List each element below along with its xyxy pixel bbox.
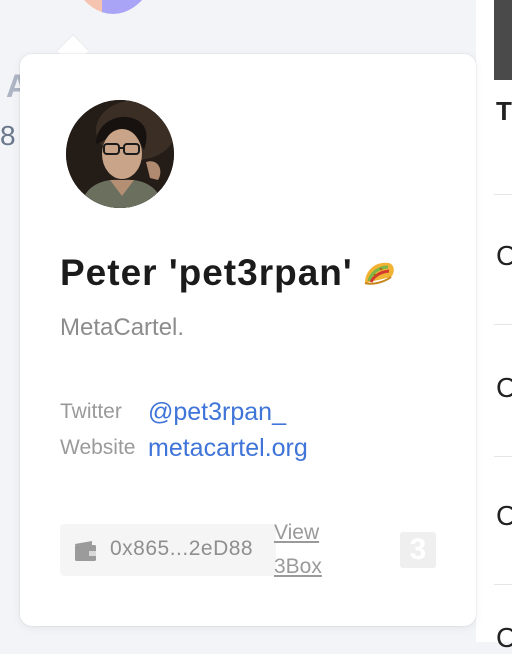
background-panel [476, 0, 496, 642]
profile-hover-card: Peter 'pet3rpan' MetaCartel. Twitter @pe… [20, 54, 476, 626]
view-3box-link[interactable]: View 3Box [274, 516, 354, 584]
profile-name: Peter 'pet3rpan' [60, 252, 353, 293]
wallet-icon [75, 541, 96, 561]
background-table-body [494, 80, 512, 642]
background-table-cell: C [496, 622, 512, 653]
profile-photo [66, 100, 174, 208]
profile-name-row: Peter 'pet3rpan' [60, 252, 397, 294]
profile-description: MetaCartel. [60, 314, 185, 341]
taco-icon [364, 262, 394, 285]
3box-logo-icon[interactable]: 3 [400, 532, 436, 568]
background-count-fragment: 8 [0, 120, 16, 151]
background-table-header: Tr [496, 96, 512, 126]
website-link[interactable]: metacartel.org [148, 434, 308, 463]
divider [494, 456, 512, 457]
background-avatar[interactable] [58, 0, 168, 14]
background-table-cell: C [496, 500, 512, 531]
background-table-cell: C [496, 240, 512, 271]
divider [494, 584, 512, 585]
twitter-label: Twitter [60, 400, 122, 423]
wallet-address: 0x865...2eD88 [110, 537, 254, 560]
twitter-link[interactable]: @pet3rpan_ [148, 398, 286, 427]
profile-avatar [66, 100, 174, 208]
background-table-cell: C [496, 372, 512, 403]
divider [494, 324, 512, 325]
wallet-address-chip[interactable]: 0x865...2eD88 [60, 524, 276, 576]
website-label: Website [60, 436, 136, 459]
divider [494, 194, 512, 195]
